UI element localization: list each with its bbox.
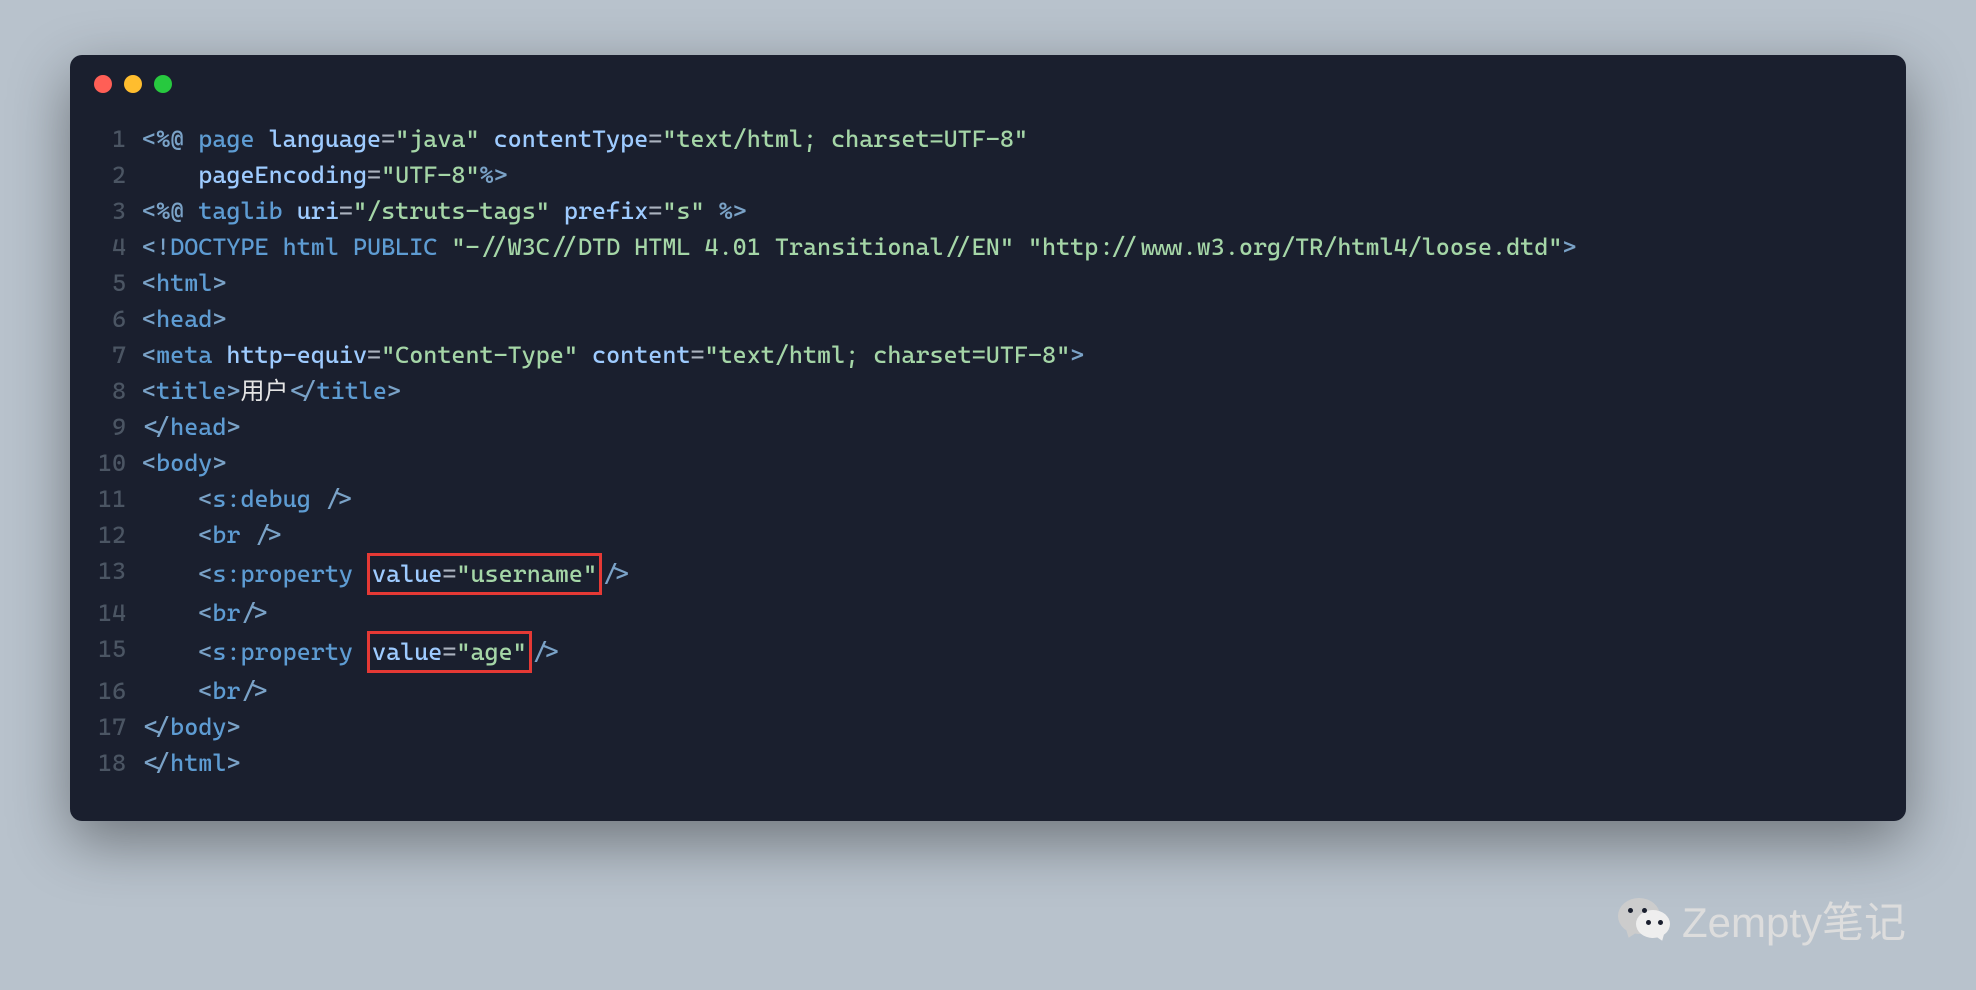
minimize-dot: [124, 75, 142, 93]
line-content: </head>: [142, 409, 1882, 445]
line-content: <head>: [142, 301, 1882, 337]
line-number: 2: [94, 157, 142, 193]
line-number: 5: [94, 265, 142, 301]
line-content: <s:debug />: [142, 481, 1882, 517]
code-content: 1 <%@ page language="java" contentType="…: [70, 101, 1906, 821]
code-line: 17 </body>: [94, 709, 1882, 745]
line-content: <body>: [142, 445, 1882, 481]
code-line: 16 <br/>: [94, 673, 1882, 709]
line-number: 1: [94, 121, 142, 157]
maximize-dot: [154, 75, 172, 93]
code-line: 12 <br />: [94, 517, 1882, 553]
line-number: 10: [94, 445, 142, 481]
line-content: <s:property value="age"/>: [142, 631, 1882, 673]
line-content: </html>: [142, 745, 1882, 781]
line-number: 8: [94, 373, 142, 409]
code-line: 11 <s:debug />: [94, 481, 1882, 517]
line-content: <br/>: [142, 673, 1882, 709]
code-line: 6 <head>: [94, 301, 1882, 337]
watermark-text: Zempty笔记: [1682, 889, 1906, 950]
code-line: 3 <%@ taglib uri="/struts-tags" prefix="…: [94, 193, 1882, 229]
watermark: Zempty笔记: [1616, 889, 1906, 950]
code-line: 10 <body>: [94, 445, 1882, 481]
wechat-icon: [1616, 892, 1672, 948]
code-line: 15 <s:property value="age"/>: [94, 631, 1882, 673]
line-number: 6: [94, 301, 142, 337]
code-window: 1 <%@ page language="java" contentType="…: [70, 55, 1906, 821]
line-content: <br />: [142, 517, 1882, 553]
line-content: <s:property value="username"/>: [142, 553, 1882, 595]
code-line: 18 </html>: [94, 745, 1882, 781]
line-number: 15: [94, 631, 142, 673]
highlight-username: value="username": [367, 553, 602, 595]
line-content: <meta http-equiv="Content-Type" content=…: [142, 337, 1882, 373]
line-content: <%@ page language="java" contentType="te…: [142, 121, 1882, 157]
code-line: 14 <br/>: [94, 595, 1882, 631]
line-number: 9: [94, 409, 142, 445]
line-number: 3: [94, 193, 142, 229]
line-content: <html>: [142, 265, 1882, 301]
line-content: <!DOCTYPE html PUBLIC "-//W3C//DTD HTML …: [142, 229, 1882, 265]
code-line: 5 <html>: [94, 265, 1882, 301]
code-line: 8 <title>用户</title>: [94, 373, 1882, 409]
line-number: 14: [94, 595, 142, 631]
line-content: pageEncoding="UTF-8"%>: [142, 157, 1882, 193]
code-line: 4 <!DOCTYPE html PUBLIC "-//W3C//DTD HTM…: [94, 229, 1882, 265]
code-line: 9 </head>: [94, 409, 1882, 445]
code-line: 7 <meta http-equiv="Content-Type" conten…: [94, 337, 1882, 373]
code-line: 2 pageEncoding="UTF-8"%>: [94, 157, 1882, 193]
line-number: 11: [94, 481, 142, 517]
code-line: 13 <s:property value="username"/>: [94, 553, 1882, 595]
highlight-age: value="age": [367, 631, 532, 673]
line-number: 4: [94, 229, 142, 265]
line-content: <%@ taglib uri="/struts-tags" prefix="s"…: [142, 193, 1882, 229]
code-line: 1 <%@ page language="java" contentType="…: [94, 121, 1882, 157]
line-number: 13: [94, 553, 142, 595]
line-content: </body>: [142, 709, 1882, 745]
line-number: 16: [94, 673, 142, 709]
line-content: <title>用户</title>: [142, 373, 1882, 409]
line-number: 18: [94, 745, 142, 781]
close-dot: [94, 75, 112, 93]
window-controls: [70, 55, 1906, 101]
line-content: <br/>: [142, 595, 1882, 631]
line-number: 12: [94, 517, 142, 553]
line-number: 17: [94, 709, 142, 745]
line-number: 7: [94, 337, 142, 373]
